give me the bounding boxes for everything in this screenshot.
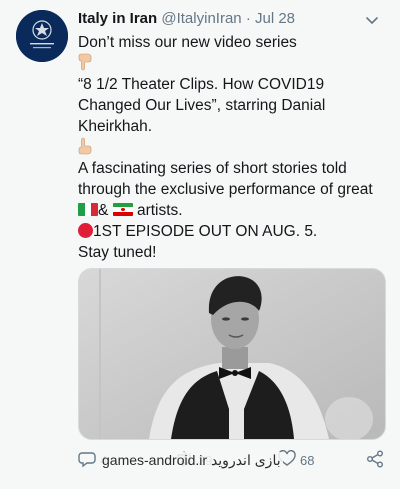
tweet-line-2: “8 1/2 Theater Clips. How COVID19	[78, 76, 325, 93]
tweet-line-4: Kheirkhah.	[78, 118, 153, 135]
share-icon[interactable]	[366, 450, 384, 471]
display-name[interactable]: Italy in Iran	[78, 10, 157, 27]
tweet-line-8: 1ST EPISODE OUT ON AUG. 5.	[93, 223, 318, 240]
emoji-line-down	[78, 53, 390, 74]
like-action[interactable]: 68	[278, 448, 314, 472]
reply-icon[interactable]	[78, 450, 96, 471]
flags-joiner: &	[98, 202, 109, 219]
tweet-line-9: Stay tuned!	[78, 244, 157, 261]
flags-line: & artists.	[78, 200, 390, 221]
video-still-image	[79, 269, 385, 439]
avatar[interactable]	[16, 10, 68, 62]
tweet-header: Italy in Iran @ItalyinIran · Jul 28	[78, 9, 386, 31]
separator-dot: ·	[245, 10, 251, 27]
share-action[interactable]	[366, 448, 384, 472]
tweet-text: Don’t miss our new video series “8 1/2 T…	[78, 32, 390, 263]
iran-flag-emoji	[112, 203, 133, 216]
red-circle-emoji	[78, 223, 93, 238]
tweet-line-3: Changed Our Lives”, starring Danial	[78, 97, 326, 114]
episode-line: 1ST EPISODE OUT ON AUG. 5.	[78, 221, 390, 242]
italy-flag-emoji	[78, 203, 98, 216]
chevron-down-icon[interactable]	[364, 12, 380, 34]
tweet-line-7: artists.	[136, 202, 183, 219]
like-count: 68	[300, 452, 315, 468]
tweet-date[interactable]: Jul 28	[255, 10, 295, 27]
tweet-line-6: through the exclusive performance of gre…	[78, 181, 373, 198]
site-watermark: games-android.ir بازی اندروید	[100, 452, 283, 469]
tweet-line-1: Don’t miss our new video series	[78, 34, 297, 51]
tweet-card[interactable]: Italy in Iran @ItalyinIran · Jul 28 Don’…	[0, 0, 400, 489]
video-thumbnail[interactable]	[78, 268, 386, 440]
user-handle[interactable]: @ItalyinIran	[161, 10, 241, 27]
emoji-line-up	[78, 137, 390, 158]
embassy-emblem-icon	[16, 10, 68, 62]
tweet-line-5: A fascinating series of short stories to…	[78, 160, 347, 177]
